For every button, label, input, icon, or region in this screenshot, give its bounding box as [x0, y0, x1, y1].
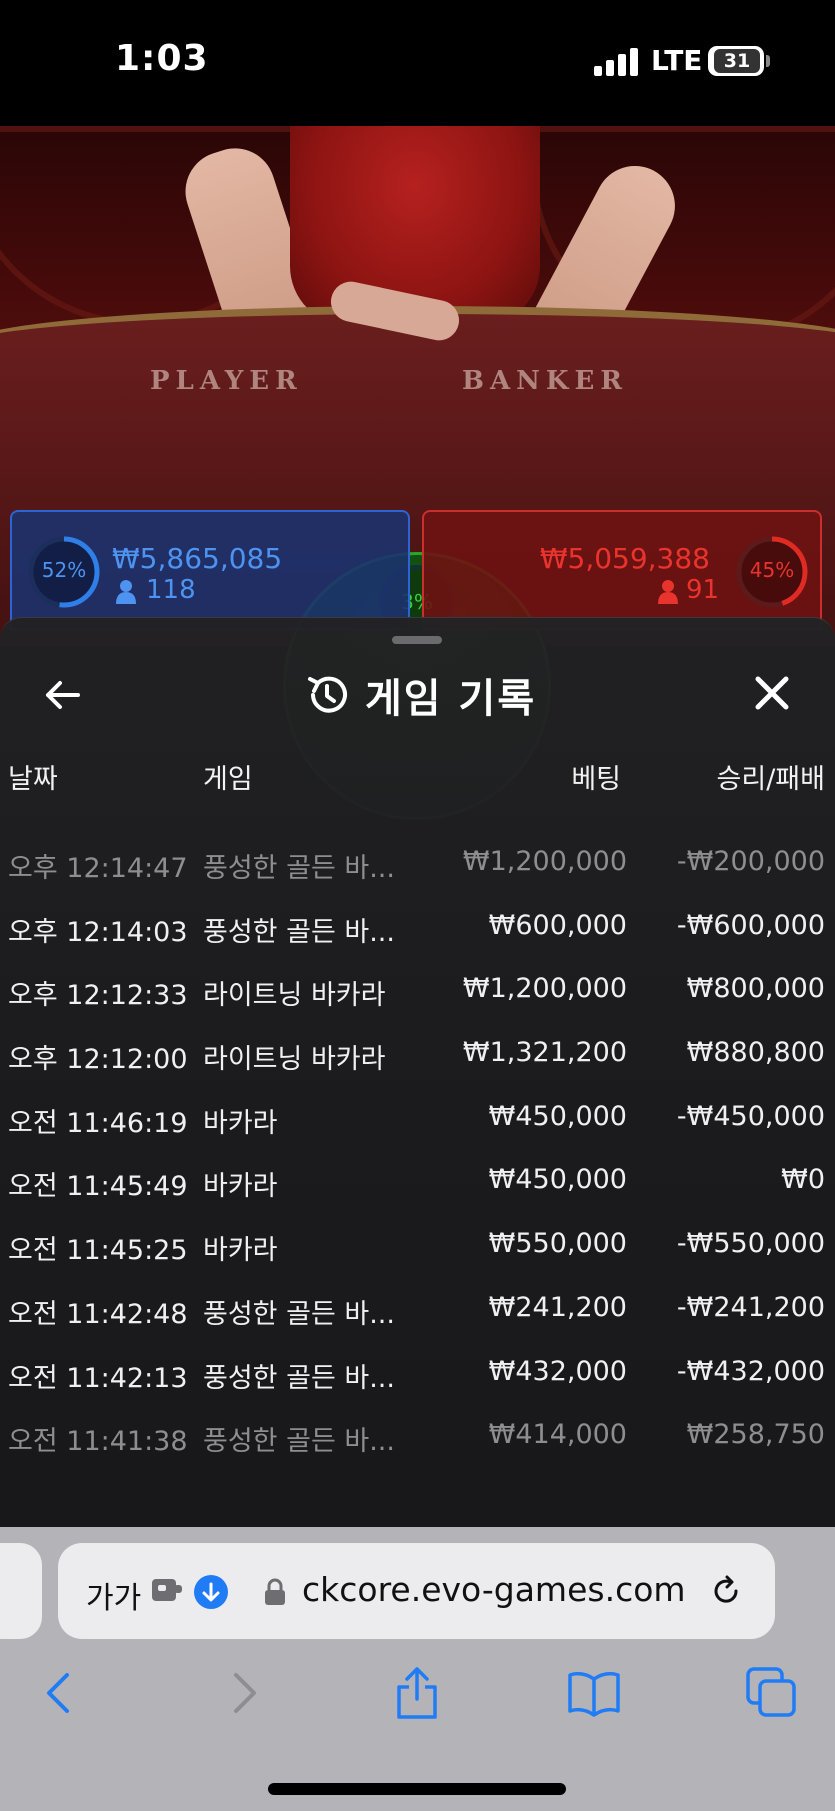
row-bet: ₩1,200,000	[462, 973, 627, 1005]
row-result: -₩241,200	[676, 1291, 825, 1323]
status-bar: 1:03 LTE 31	[0, 0, 835, 126]
row-bet: ₩241,200	[488, 1291, 627, 1323]
row-game: 바카라	[203, 1171, 278, 1203]
row-date: 오후 12:12:33	[8, 980, 188, 1012]
row-result: -₩200,000	[676, 846, 825, 877]
battery-icon: 31	[708, 46, 764, 76]
column-header-result: 승리/패배	[716, 764, 825, 795]
row-bet: ₩550,000	[488, 1228, 627, 1260]
history-row[interactable]: 오후 12:12:33 라이트닝 바카라 ₩1,200,000 ₩800,000	[0, 959, 835, 1023]
row-bet: ₩600,000	[488, 909, 627, 941]
address-bar[interactable]: 가가 ckcore.evo-games.com	[58, 1543, 775, 1639]
sheet-header: 게임 기록	[305, 660, 536, 730]
row-date: 오후 12:12:00	[8, 1044, 188, 1076]
extension-puzzle-icon[interactable]	[150, 1575, 184, 1605]
player-count-icon	[116, 580, 136, 604]
browser-toolbar: 가가 ckcore.evo-games.com	[0, 1527, 835, 1811]
row-result: ₩258,750	[686, 1419, 825, 1451]
banker-bet-panel[interactable]: ₩5,059,388 91 45%	[422, 510, 822, 630]
row-date: 오전 11:45:25	[8, 1235, 188, 1267]
row-game: 풍성한 골든 바...	[203, 916, 395, 948]
battery-level: 31	[714, 49, 760, 73]
row-result: -₩600,000	[676, 909, 825, 941]
row-game: 풍성한 골든 바...	[203, 1426, 395, 1458]
row-bet: ₩1,200,000	[462, 846, 627, 877]
history-row[interactable]: 오후 12:14:03 풍성한 골든 바... ₩600,000 -₩600,0…	[0, 896, 835, 960]
page-settings-button[interactable]: 가가	[86, 1573, 141, 1617]
history-row[interactable]: 오전 11:41:38 풍성한 골든 바... ₩414,000 ₩258,75…	[0, 1405, 835, 1469]
tabs-icon[interactable]	[744, 1665, 800, 1721]
row-result: -₩432,000	[676, 1355, 825, 1387]
row-game: 바카라	[203, 1107, 278, 1139]
row-bet: ₩432,000	[488, 1355, 627, 1387]
row-game: 풍성한 골든 바...	[203, 1362, 395, 1394]
sheet-drag-handle[interactable]	[392, 636, 442, 644]
history-row[interactable]: 오후 12:12:00 라이트닝 바카라 ₩1,321,200 ₩880,800	[0, 1023, 835, 1087]
row-game: 라이트닝 바카라	[203, 1044, 386, 1076]
download-icon[interactable]	[194, 1575, 228, 1609]
status-time: 1:03	[115, 38, 209, 79]
row-date: 오후 12:14:47	[8, 853, 188, 884]
bookmarks-icon[interactable]	[566, 1665, 622, 1721]
battery-nub	[766, 55, 770, 67]
row-bet: ₩450,000	[488, 1100, 627, 1132]
row-date: 오전 11:45:49	[8, 1171, 188, 1203]
history-row[interactable]: 오전 11:45:25 바카라 ₩550,000 -₩550,000	[0, 1214, 835, 1278]
banker-percent: 45%	[749, 558, 795, 582]
url-text[interactable]: ckcore.evo-games.com	[302, 1570, 686, 1609]
row-result: ₩0	[781, 1164, 825, 1196]
previous-tab-preview[interactable]	[0, 1543, 42, 1639]
row-game: 풍성한 골든 바...	[203, 1298, 395, 1330]
row-game: 풍성한 골든 바...	[203, 853, 395, 884]
history-list: 오후 12:14:47 풍성한 골든 바... ₩1,200,000 -₩200…	[0, 832, 835, 1469]
banker-total-amount: ₩5,059,388	[539, 542, 710, 575]
row-bet: ₩450,000	[488, 1164, 627, 1196]
row-result: ₩880,800	[686, 1037, 825, 1069]
lock-icon	[265, 1578, 285, 1605]
row-date: 오전 11:41:38	[8, 1426, 188, 1458]
row-date: 오전 11:46:19	[8, 1107, 188, 1139]
row-result: -₩550,000	[676, 1228, 825, 1260]
reload-icon[interactable]	[708, 1573, 744, 1609]
signal-icon	[594, 48, 638, 76]
column-header-bet: 베팅	[571, 764, 621, 795]
row-result: ₩800,000	[686, 973, 825, 1005]
row-bet: ₩414,000	[488, 1419, 627, 1451]
row-game: 바카라	[203, 1235, 278, 1267]
player-bet-panel[interactable]: 52% ₩5,865,085 118	[10, 510, 410, 630]
column-header-date: 날짜	[8, 764, 58, 795]
player-percent: 52%	[41, 558, 87, 582]
sheet-title: 게임 기록	[365, 676, 537, 722]
player-bettor-count: 118	[146, 575, 196, 605]
row-result: -₩450,000	[676, 1100, 825, 1132]
column-header-game: 게임	[203, 764, 253, 795]
banker-count-icon	[658, 580, 678, 604]
history-row[interactable]: 오전 11:46:19 바카라 ₩450,000 -₩450,000	[0, 1087, 835, 1151]
close-icon[interactable]	[752, 673, 792, 713]
player-total-amount: ₩5,865,085	[112, 542, 283, 575]
home-indicator[interactable]	[268, 1783, 566, 1795]
history-row[interactable]: 오후 12:14:47 풍성한 골든 바... ₩1,200,000 -₩200…	[0, 832, 835, 896]
back-icon[interactable]	[33, 1665, 89, 1721]
row-date: 오후 12:14:03	[8, 916, 188, 948]
history-row[interactable]: 오전 11:42:48 풍성한 골든 바... ₩241,200 -₩241,2…	[0, 1278, 835, 1342]
row-game: 라이트닝 바카라	[203, 980, 386, 1012]
row-date: 오전 11:42:48	[8, 1298, 188, 1330]
network-label: LTE	[651, 44, 703, 77]
forward-icon[interactable]	[214, 1665, 270, 1721]
history-icon	[308, 676, 347, 713]
row-bet: ₩1,321,200	[462, 1037, 627, 1069]
history-row[interactable]: 오전 11:45:49 바카라 ₩450,000 ₩0	[0, 1150, 835, 1214]
table-label-player: PLAYER	[150, 366, 303, 396]
share-icon[interactable]	[389, 1665, 445, 1721]
table-label-banker: BANKER	[462, 366, 628, 396]
history-row[interactable]: 오전 11:42:13 풍성한 골든 바... ₩432,000 -₩432,0…	[0, 1342, 835, 1406]
row-date: 오전 11:42:13	[8, 1362, 188, 1394]
banker-bettor-count: 91	[686, 575, 720, 605]
back-arrow-icon[interactable]	[40, 673, 84, 717]
